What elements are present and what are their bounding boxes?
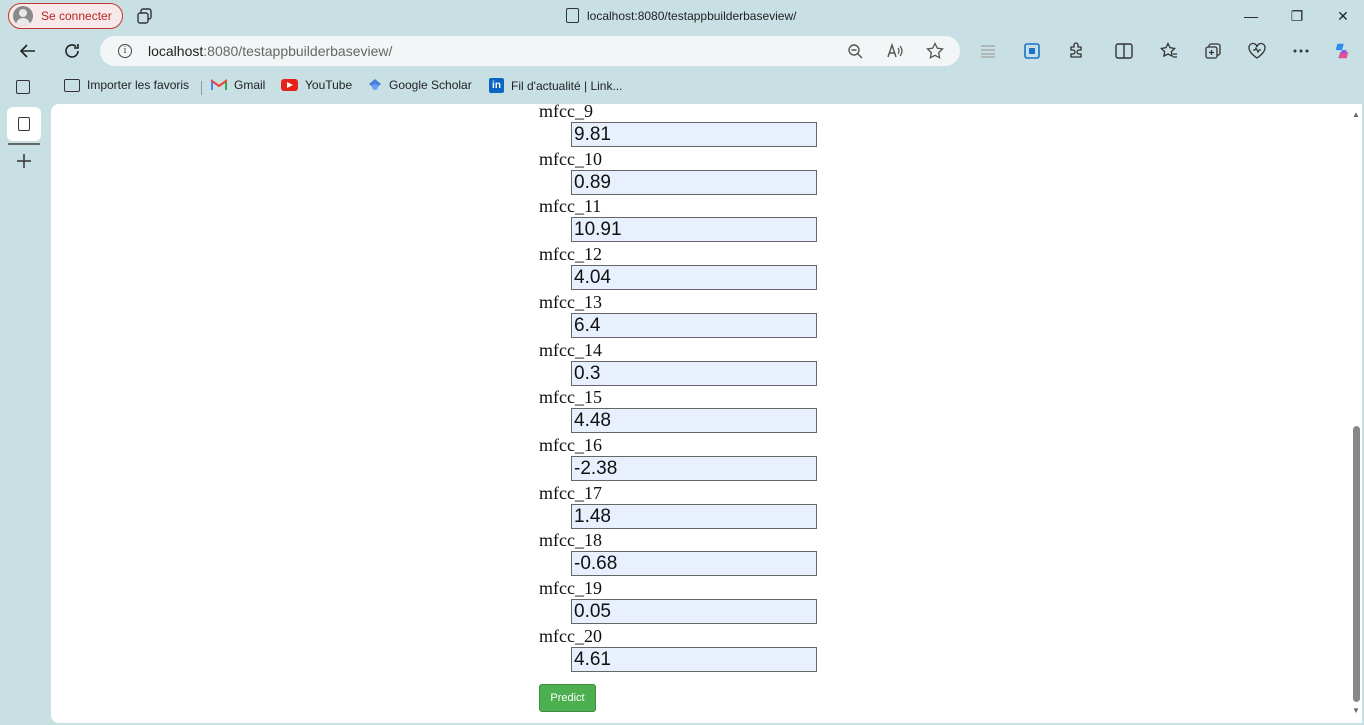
site-info-icon[interactable]: i [118, 44, 132, 58]
page-icon [566, 8, 579, 23]
close-button[interactable]: ✕ [1333, 6, 1353, 26]
sidebar-divider [8, 143, 40, 145]
field-label: mfcc_20 [539, 625, 602, 646]
back-button[interactable] [16, 39, 40, 63]
url-text[interactable]: localhost:8080/testappbuilderbaseview/ [148, 43, 392, 59]
zoom-out-icon[interactable] [846, 42, 864, 60]
linkedin-icon: in [489, 78, 504, 93]
browser-essentials-icon[interactable] [1247, 41, 1267, 61]
bookmark-label: Gmail [234, 78, 266, 92]
extensions-icon[interactable] [1066, 41, 1086, 61]
field-input[interactable]: 1.48 [571, 503, 817, 529]
google-scholar-icon [369, 79, 381, 90]
maximize-button[interactable]: ❐ [1287, 6, 1307, 26]
copilot-icon[interactable] [1332, 41, 1352, 61]
reading-view-icon[interactable] [978, 41, 998, 61]
scrollbar[interactable]: ▲ ▼ [1350, 104, 1362, 723]
bookmarks-bar: Importer les favoris Gmail YouTube Googl… [0, 69, 1364, 103]
collections-icon[interactable] [1203, 41, 1223, 61]
page-content: mfcc_9 9.81 mfcc_10 0.89 mfcc_11 10.91 mfcc_12… [51, 104, 1362, 723]
scroll-down-arrow[interactable]: ▼ [1352, 706, 1360, 715]
back-arrow-icon [19, 44, 35, 58]
field-input[interactable]: 9.81 [571, 122, 817, 147]
predict-button[interactable]: Predict [539, 684, 596, 712]
field-input[interactable]: 0.89 [571, 169, 817, 195]
field-label: mfcc_13 [539, 291, 602, 312]
tab-title-text: localhost:8080/testappbuilderbaseview/ [587, 8, 797, 23]
bookmark-divider [201, 81, 202, 95]
field-input[interactable]: 0.3 [571, 360, 817, 386]
tab-actions-icon[interactable] [16, 80, 30, 94]
field-input[interactable]: 4.61 [571, 646, 817, 672]
field-label: mfcc_9 [539, 104, 593, 121]
field-input[interactable]: 0.05 [571, 599, 817, 624]
gmail-icon [211, 79, 227, 90]
bookmark-linkedin[interactable]: in Fil d'actualité | Link... [489, 78, 622, 93]
field-label: mfcc_17 [539, 482, 602, 503]
url-host: localhost [148, 43, 204, 59]
tab-title: localhost:8080/testappbuilderbaseview/ [566, 8, 796, 23]
field-label: mfcc_10 [539, 148, 602, 169]
scroll-up-arrow[interactable]: ▲ [1352, 110, 1360, 119]
field-input[interactable]: 4.48 [571, 408, 817, 434]
navigation-bar: i localhost:8080/testappbuilderbaseview/ [0, 33, 1364, 69]
field-input[interactable]: 10.91 [571, 217, 817, 243]
url-path: :8080/testappbuilderbaseview/ [203, 43, 393, 59]
bookmark-label: Fil d'actualité | Link... [511, 78, 623, 93]
read-aloud-icon[interactable] [886, 42, 904, 60]
bookmark-label: Google Scholar [389, 78, 472, 92]
field-label: mfcc_15 [539, 387, 602, 408]
bookmark-label: Importer les favoris [87, 78, 190, 92]
refresh-icon [65, 44, 79, 58]
address-bar[interactable]: i localhost:8080/testappbuilderbaseview/ [100, 36, 960, 66]
bookmark-gmail[interactable]: Gmail [211, 78, 265, 92]
profile-label: Se connecter [41, 9, 112, 23]
split-screen-icon[interactable] [1114, 41, 1134, 61]
field-input[interactable]: 6.4 [571, 312, 817, 338]
import-icon [64, 78, 80, 92]
plus-icon [17, 154, 31, 168]
refresh-button[interactable] [60, 39, 84, 63]
bookmark-youtube[interactable]: YouTube [281, 78, 352, 92]
bookmark-label: YouTube [305, 78, 353, 92]
field-label: mfcc_19 [539, 578, 602, 598]
minimize-button[interactable]: — [1241, 6, 1261, 26]
page-icon [18, 117, 30, 131]
field-label: mfcc_14 [539, 339, 602, 360]
scroll-thumb[interactable] [1353, 426, 1360, 702]
bookmark-google-scholar[interactable]: Google Scholar [368, 78, 472, 92]
field-label: mfcc_18 [539, 530, 602, 551]
bookmark-import[interactable]: Importer les favoris [64, 78, 189, 92]
field-input[interactable]: -0.68 [571, 551, 817, 577]
profile-button[interactable]: Se connecter [8, 3, 123, 29]
youtube-icon [281, 79, 298, 91]
field-input[interactable]: 4.04 [571, 265, 817, 291]
more-menu-icon[interactable] [1291, 41, 1311, 61]
favorites-icon[interactable] [1159, 41, 1179, 61]
workspaces-icon[interactable] [136, 7, 154, 25]
avatar-icon [13, 6, 33, 26]
title-bar: Se connecter localhost:8080/testappbuild… [0, 0, 1364, 33]
field-input[interactable]: -2.38 [571, 455, 817, 481]
vertical-tabs-sidebar [0, 103, 48, 725]
screenshot-icon[interactable] [1022, 41, 1042, 61]
new-tab-button[interactable] [14, 151, 34, 171]
active-tab[interactable] [7, 107, 41, 141]
favorite-star-icon[interactable] [926, 42, 944, 60]
field-label: mfcc_11 [539, 196, 602, 217]
field-label: mfcc_16 [539, 434, 602, 455]
field-label: mfcc_12 [539, 244, 602, 265]
